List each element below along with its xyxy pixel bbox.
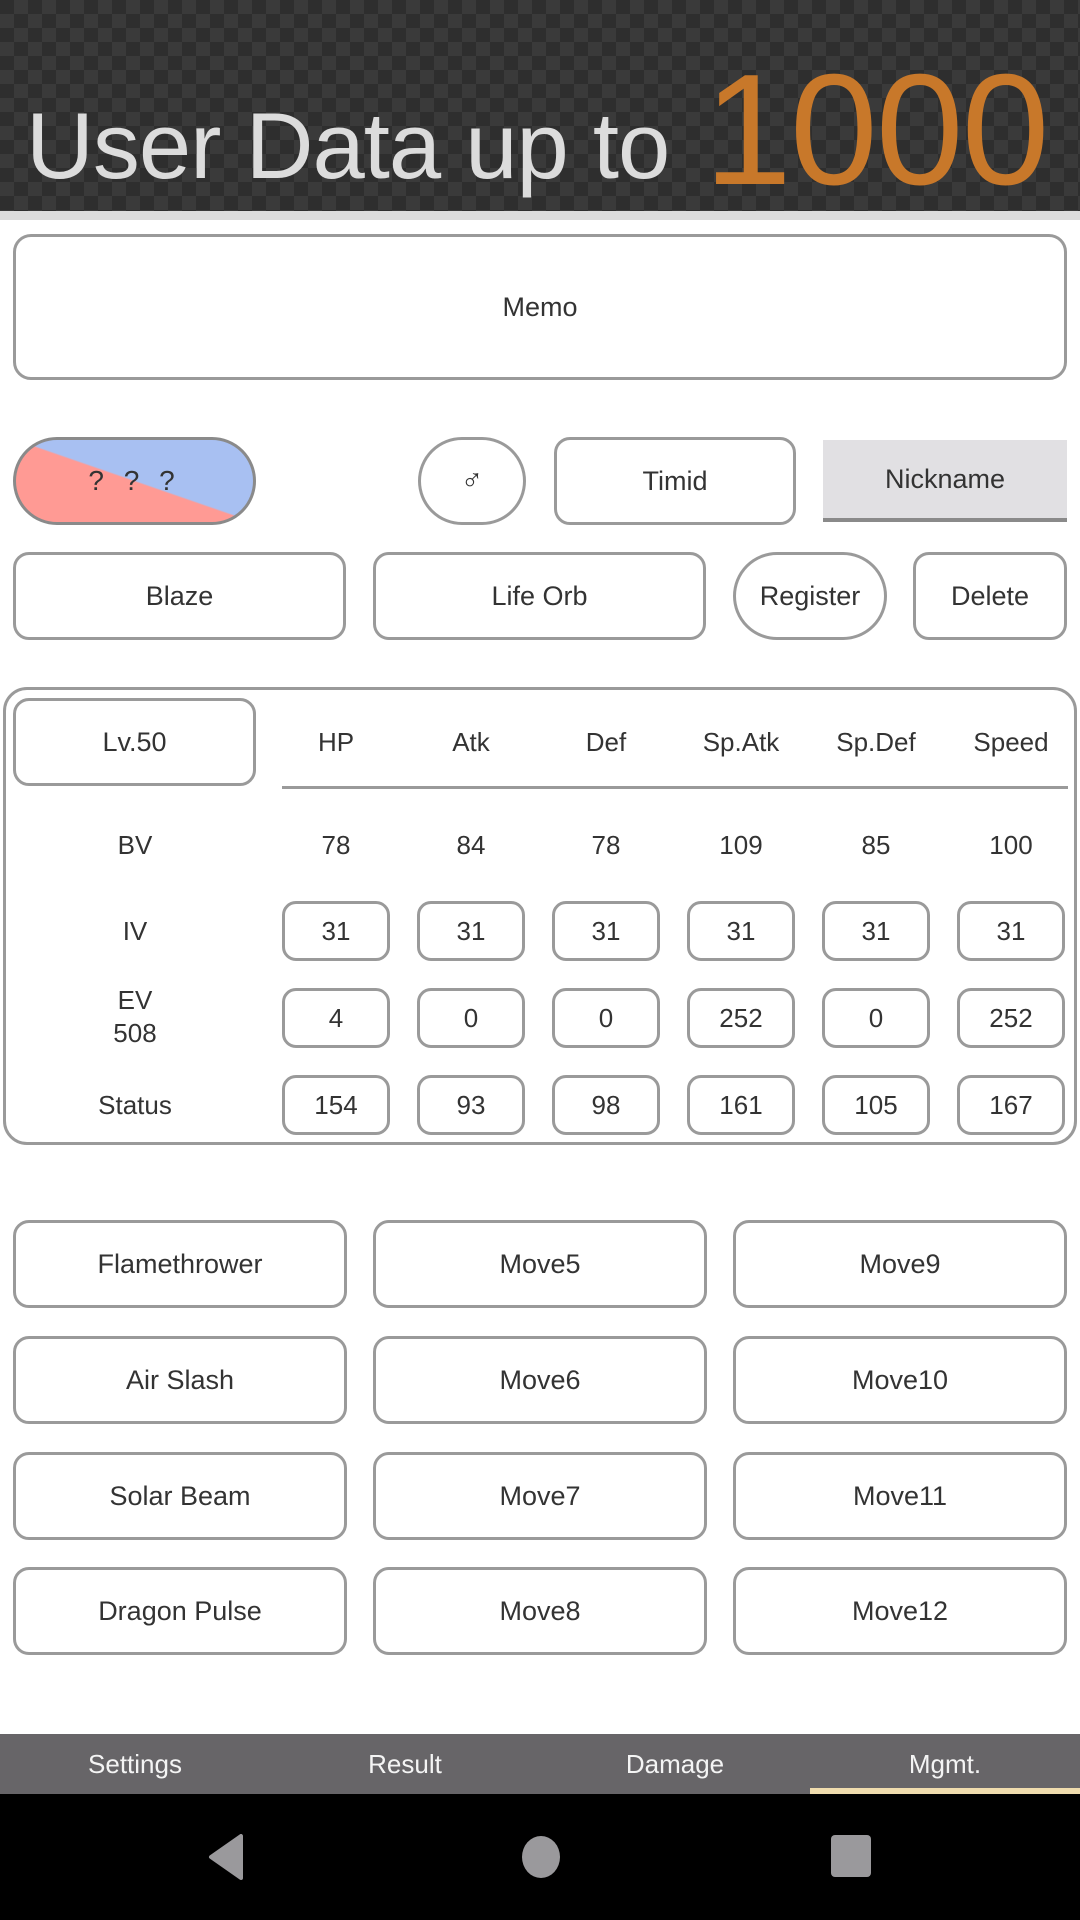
- move-label: Solar Beam: [109, 1480, 251, 1511]
- ev-input[interactable]: 252: [957, 988, 1065, 1048]
- type-selector[interactable]: ? ? ?: [13, 437, 256, 525]
- stat-header-hp: HP: [317, 727, 355, 757]
- male-icon: ♂: [460, 464, 484, 497]
- iv-input[interactable]: 31: [822, 901, 930, 961]
- stat-row-label: EV 508: [35, 984, 235, 1050]
- base-value: 84: [456, 830, 486, 860]
- ev-input[interactable]: 0: [552, 988, 660, 1048]
- move-button[interactable]: Move6: [373, 1336, 707, 1424]
- base-value: 78: [591, 830, 621, 860]
- status-value: 93: [417, 1075, 525, 1135]
- move-label: Move5: [499, 1248, 581, 1279]
- gender-button[interactable]: ♂: [418, 437, 526, 525]
- tab-damage[interactable]: Damage: [540, 1734, 810, 1794]
- header-divider: [0, 211, 1080, 220]
- stat-row-label: IV: [122, 916, 148, 946]
- status-value: 167: [957, 1075, 1065, 1135]
- tab-result[interactable]: Result: [270, 1734, 540, 1794]
- type-label: ? ? ?: [88, 465, 181, 496]
- stat-header-sp-atk: Sp.Atk: [702, 727, 780, 757]
- move-label: Move12: [851, 1595, 949, 1626]
- nickname-placeholder: Nickname: [884, 463, 1006, 494]
- stat-row-label: BV: [117, 830, 153, 860]
- tab-mgmt[interactable]: Mgmt.: [810, 1734, 1080, 1794]
- stats-header-divider: [282, 786, 1068, 789]
- nature-label: Timid: [642, 465, 708, 496]
- ability-label: Blaze: [145, 580, 214, 611]
- header-number: 1000: [704, 42, 1049, 218]
- move-button[interactable]: Move7: [373, 1452, 707, 1540]
- status-value: 98: [552, 1075, 660, 1135]
- stat-header-sp-def: Sp.Def: [836, 727, 916, 757]
- move-label: Move10: [851, 1364, 949, 1395]
- move-label: Air Slash: [125, 1364, 235, 1395]
- move-button[interactable]: Move12: [733, 1567, 1067, 1655]
- stat-header-speed: Speed: [973, 727, 1049, 757]
- level-label: Lv.50: [102, 726, 167, 757]
- ev-input[interactable]: 252: [687, 988, 795, 1048]
- level-button[interactable]: Lv.50: [13, 698, 256, 786]
- ev-input[interactable]: 4: [282, 988, 390, 1048]
- delete-button[interactable]: Delete: [913, 552, 1067, 640]
- move-button[interactable]: Flamethrower: [13, 1220, 347, 1308]
- base-value: 100: [989, 830, 1033, 860]
- iv-input[interactable]: 31: [957, 901, 1065, 961]
- status-value: 161: [687, 1075, 795, 1135]
- tab-settings[interactable]: Settings: [0, 1734, 270, 1794]
- ability-button[interactable]: Blaze: [13, 552, 346, 640]
- iv-input[interactable]: 31: [687, 901, 795, 961]
- move-label: Move6: [499, 1364, 581, 1395]
- move-button[interactable]: Solar Beam: [13, 1452, 347, 1540]
- item-label: Life Orb: [491, 580, 588, 611]
- item-button[interactable]: Life Orb: [373, 552, 706, 640]
- status-value: 105: [822, 1075, 930, 1135]
- move-button[interactable]: Move10: [733, 1336, 1067, 1424]
- move-label: Move8: [499, 1595, 581, 1626]
- ev-input[interactable]: 0: [822, 988, 930, 1048]
- ev-total: 508: [113, 1018, 157, 1048]
- iv-input[interactable]: 31: [417, 901, 525, 961]
- move-button[interactable]: Move8: [373, 1567, 707, 1655]
- recents-icon[interactable]: [830, 1834, 872, 1878]
- stat-header-atk: Atk: [452, 727, 490, 757]
- ev-label: EV: [117, 985, 153, 1015]
- move-button[interactable]: Air Slash: [13, 1336, 347, 1424]
- header-title: User Data up to: [26, 93, 670, 198]
- move-label: Move7: [499, 1480, 581, 1511]
- iv-input[interactable]: 31: [282, 901, 390, 961]
- move-button[interactable]: Move9: [733, 1220, 1067, 1308]
- base-value: 78: [321, 830, 351, 860]
- delete-label: Delete: [950, 580, 1030, 611]
- move-button[interactable]: Move5: [373, 1220, 707, 1308]
- base-value: 85: [861, 830, 891, 860]
- nickname-input[interactable]: Nickname: [823, 440, 1067, 522]
- system-navigation-bar: [0, 1794, 1080, 1920]
- iv-input[interactable]: 31: [552, 901, 660, 961]
- memo-field[interactable]: Memo: [13, 234, 1067, 380]
- memo-label: Memo: [502, 291, 578, 322]
- stat-header-def: Def: [585, 727, 627, 757]
- back-icon[interactable]: [205, 1834, 251, 1880]
- move-button[interactable]: Dragon Pulse: [13, 1567, 347, 1655]
- nature-button[interactable]: Timid: [554, 437, 796, 525]
- move-label: Flamethrower: [97, 1248, 263, 1279]
- move-label: Dragon Pulse: [98, 1595, 262, 1626]
- move-label: Move11: [852, 1480, 948, 1511]
- status-value: 154: [282, 1075, 390, 1135]
- stat-row-label: Status: [98, 1090, 172, 1120]
- register-label: Register: [759, 580, 861, 611]
- ev-input[interactable]: 0: [417, 988, 525, 1048]
- home-icon[interactable]: [520, 1834, 562, 1880]
- register-button[interactable]: Register: [733, 552, 887, 640]
- move-label: Move9: [859, 1248, 941, 1279]
- base-value: 109: [719, 830, 763, 860]
- move-button[interactable]: Move11: [733, 1452, 1067, 1540]
